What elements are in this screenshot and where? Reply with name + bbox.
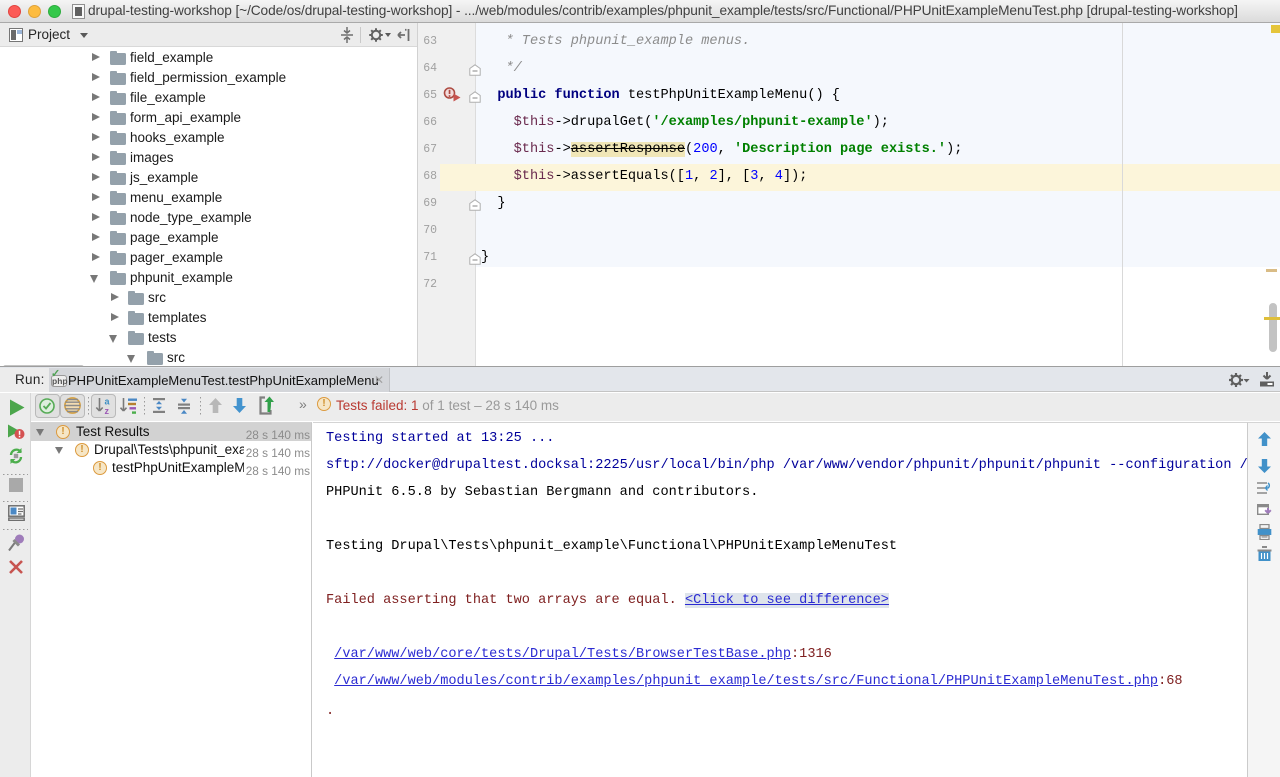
svg-text:z: z (105, 406, 110, 415)
